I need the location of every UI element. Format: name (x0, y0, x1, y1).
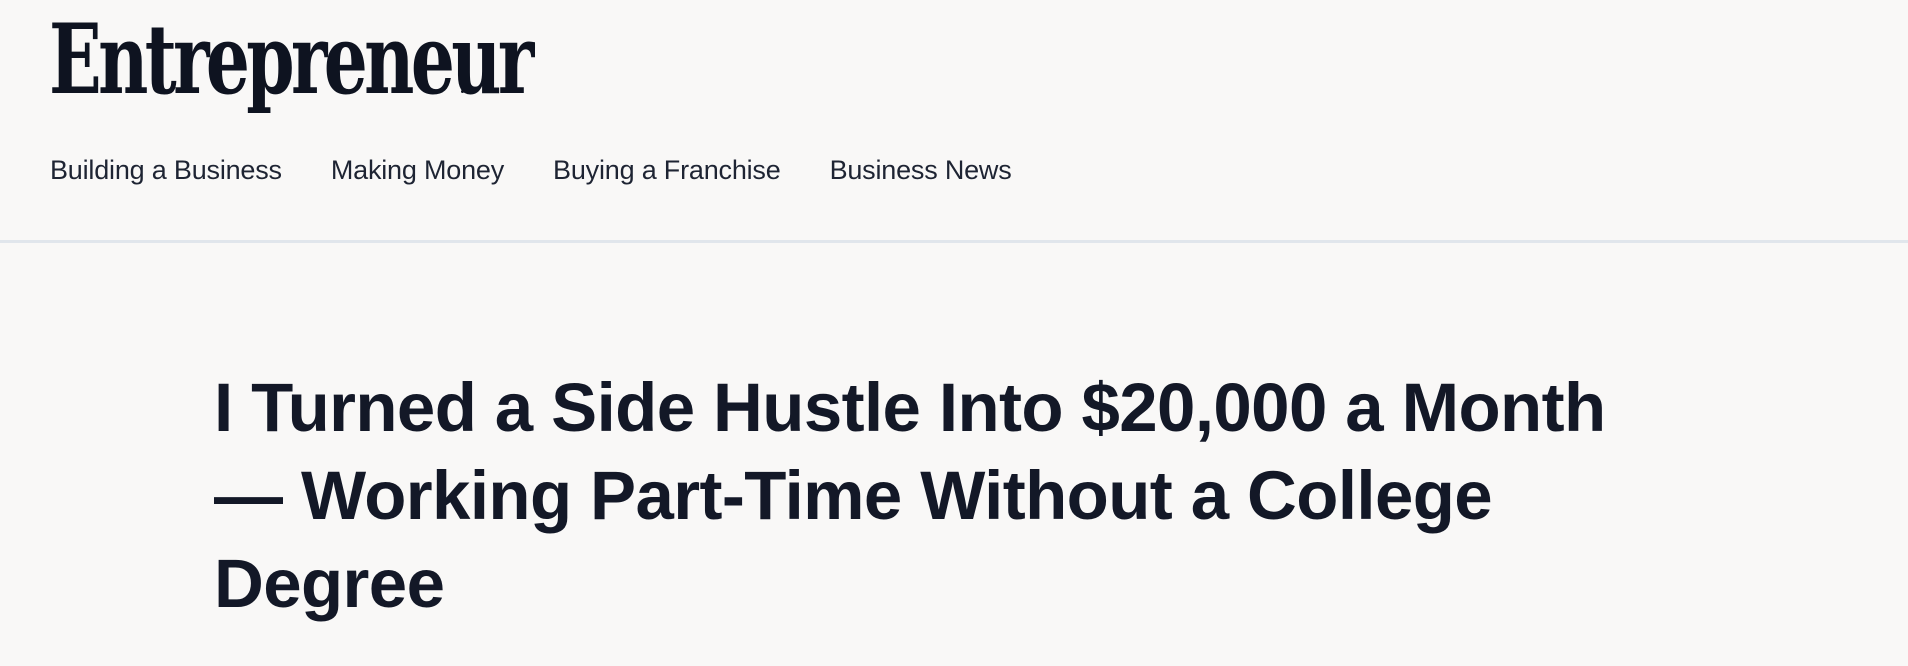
headline-line: I Turned a Side Hustle Into $20,000 a Mo… (214, 369, 1606, 446)
main-nav: Building a Business Making Money Buying … (50, 150, 1061, 190)
headline-line: — Working Part-Time Without a College (214, 457, 1493, 534)
nav-item-business-news[interactable]: Business News (830, 150, 1012, 190)
article-headline: I Turned a Side Hustle Into $20,000 a Mo… (214, 364, 1854, 628)
article-main: I Turned a Side Hustle Into $20,000 a Mo… (214, 364, 1854, 628)
entrepreneur-logo[interactable]: Entrepreneur (49, 4, 534, 116)
nav-item-buying-a-franchise[interactable]: Buying a Franchise (553, 150, 781, 190)
nav-item-building-a-business[interactable]: Building a Business (50, 150, 282, 190)
nav-item-making-money[interactable]: Making Money (331, 150, 504, 190)
logo-dot (461, 90, 464, 93)
site-header: Entrepreneur Building a Business Making … (0, 0, 1908, 243)
headline-line: Degree (214, 545, 445, 622)
